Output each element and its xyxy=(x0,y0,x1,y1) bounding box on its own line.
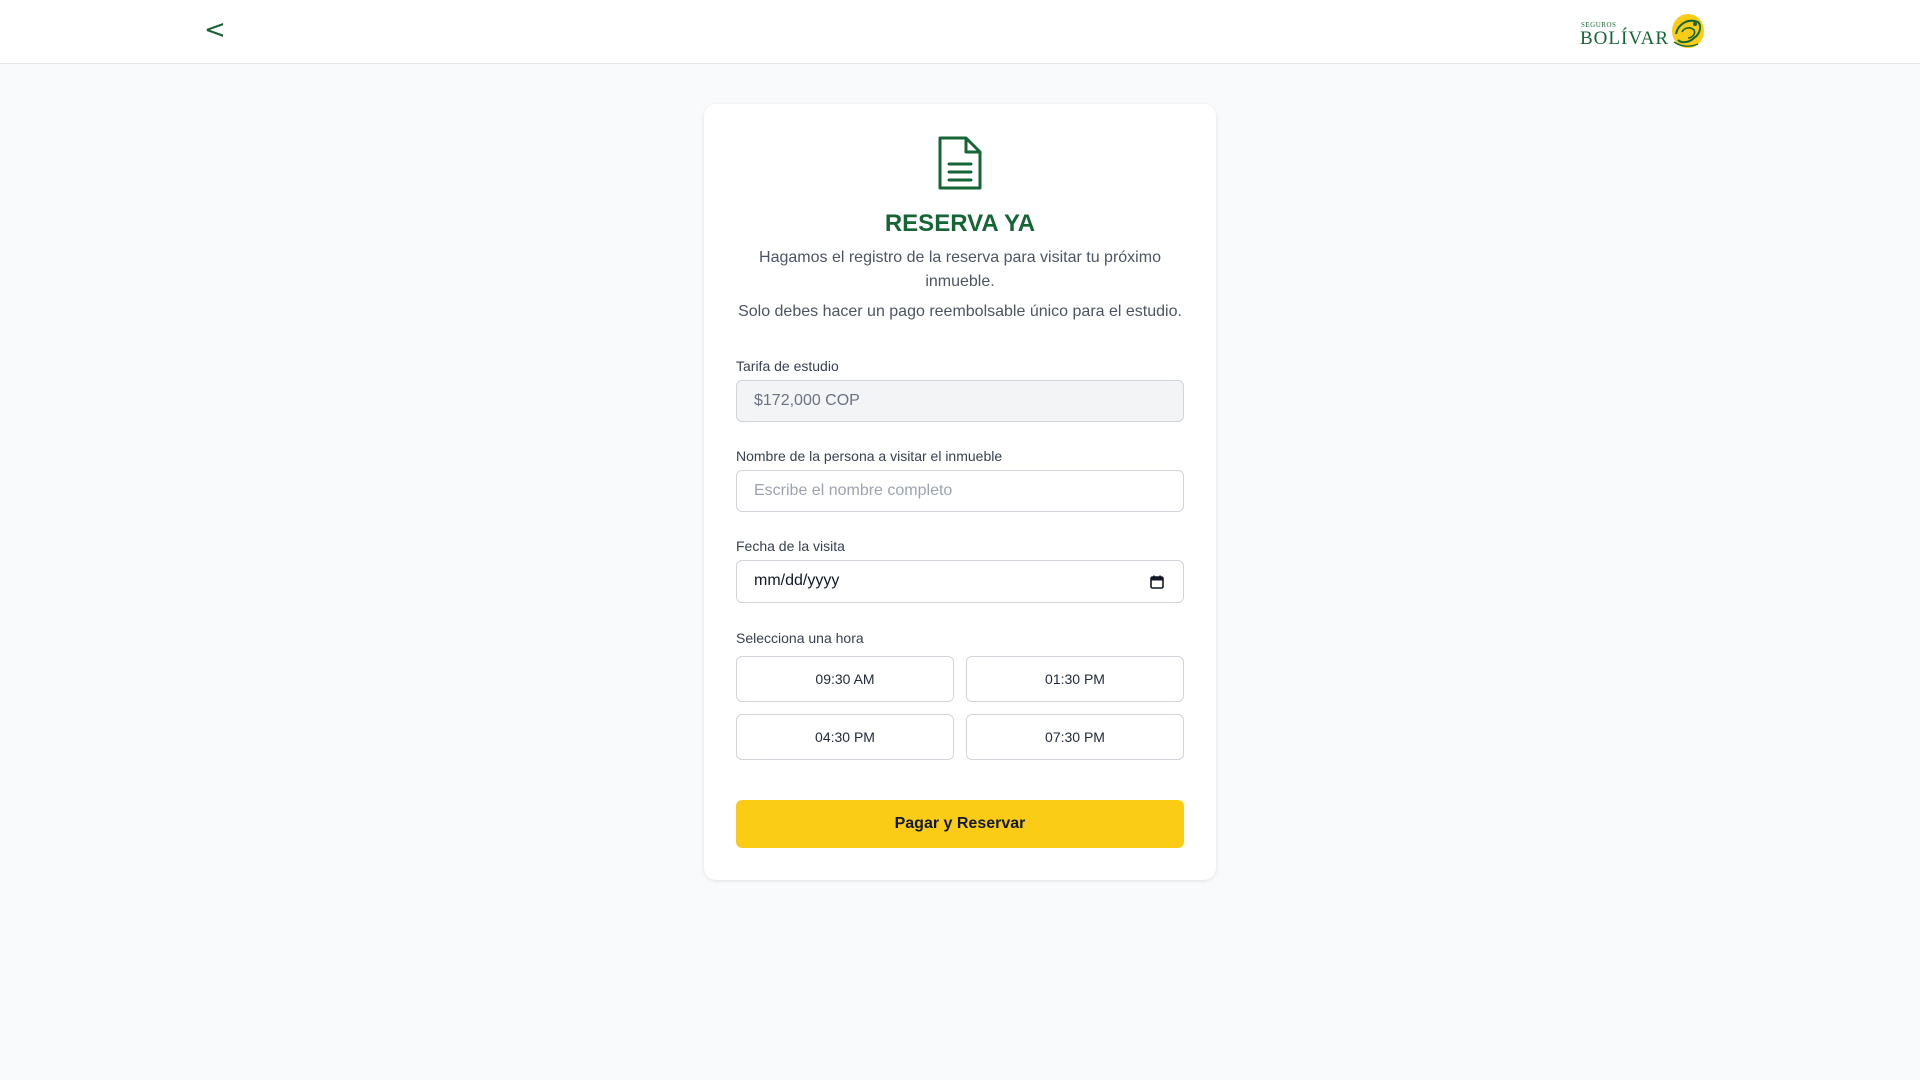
calendar-icon[interactable] xyxy=(1149,574,1165,590)
visit-date-input[interactable]: mm/dd/yyyy xyxy=(736,560,1184,603)
document-icon xyxy=(938,136,982,190)
payment-note: Solo debes hacer un pago reembolsable ún… xyxy=(738,303,1182,320)
time-option-0730pm[interactable]: 07:30 PM xyxy=(966,714,1184,760)
time-select-label: Selecciona una hora xyxy=(736,630,864,646)
fee-field: $172,000 COP xyxy=(736,380,1184,422)
seguros-bolivar-logo[interactable]: SEGUROS BOLÍVAR xyxy=(1580,10,1708,52)
time-option-0430pm[interactable]: 04:30 PM xyxy=(736,714,954,760)
time-option-0130pm[interactable]: 01:30 PM xyxy=(966,656,1184,702)
back-button[interactable]: < xyxy=(204,12,228,48)
top-header: < SEGUROS BOLÍVAR xyxy=(0,0,1920,64)
page-title: RESERVA YA xyxy=(884,210,1036,237)
time-option-0930am[interactable]: 09:30 AM xyxy=(736,656,954,702)
bolivar-emblem-icon xyxy=(1672,14,1704,48)
fee-label: Tarifa de estudio xyxy=(736,358,839,374)
intro-text: Hagamos el registro de la reserva para v… xyxy=(759,249,1161,290)
date-value: mm/dd/yyyy xyxy=(754,572,840,589)
reservation-card: RESERVA YA Hagamos el registro de la res… xyxy=(704,104,1216,880)
pay-and-reserve-button[interactable]: Pagar y Reservar xyxy=(736,800,1184,848)
visitor-name-input[interactable]: Escribe el nombre completo xyxy=(736,470,1184,512)
visitor-name-label: Nombre de la persona a visitar el inmueb… xyxy=(736,448,1003,464)
visit-date-label: Fecha de la visita xyxy=(736,538,845,554)
logo-text-big: BOLÍVAR xyxy=(1580,28,1669,49)
